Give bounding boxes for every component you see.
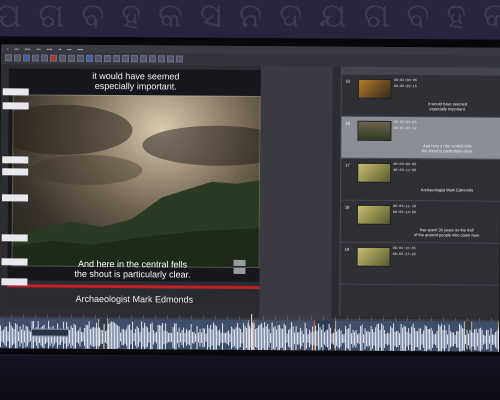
row-thumbnail	[357, 78, 392, 99]
toolbar-button[interactable]	[85, 54, 93, 62]
timecode-field[interactable]	[1, 278, 28, 286]
timecode-column	[259, 66, 333, 321]
wall-lettering: ଯ ଗ ବ ହ କ ସ ନ ଦ ଯ ଗ ବ ହ କ ସ	[0, 0, 500, 36]
row-text-line: especially important.	[429, 106, 466, 112]
toolbar-button[interactable]	[148, 55, 156, 63]
toolbar-button[interactable]	[130, 55, 138, 63]
row-thumbnail	[356, 246, 391, 267]
row-number: 17	[345, 162, 350, 168]
timecode-field[interactable]	[1, 234, 28, 242]
toolbar-button[interactable]	[112, 55, 120, 63]
timecode-field[interactable]	[1, 194, 29, 202]
timecode-field[interactable]	[2, 88, 29, 96]
row-timecode-out: 00:03:11:00	[393, 168, 417, 174]
row-timecode-out: 00:03:17:20	[392, 252, 416, 258]
toolbar-button[interactable]	[58, 54, 66, 62]
timecode-field[interactable]	[2, 156, 29, 164]
toolbar-button[interactable]	[103, 54, 111, 63]
toolbar-button[interactable]	[166, 55, 174, 63]
caption-bar: Archaeologist Mark Edmonds	[7, 288, 262, 311]
row-thumbnail	[357, 120, 392, 141]
subtitle-row-selected[interactable]: 16 00:03:03:05 00:03:05:02 And here in t…	[341, 116, 500, 160]
row-timecode-in: 00:03:00:05	[393, 79, 417, 84]
toolbar-button[interactable]	[139, 55, 147, 63]
row-text-line: the shout is particularly clear.	[421, 148, 474, 154]
row-timecode-out: 00:03:14:06	[392, 210, 417, 216]
toolbar-button[interactable]	[22, 54, 30, 62]
monitor-screen: ▪ ▪▪▪ ▪▪▪▪ ▪▪▪ ▪▪▪▪ ▪▪ ▪▪▪ ▪▪▪▪ it would have s…	[0, 44, 500, 352]
subtitle-row[interactable]: 17 00:03:09:00 00:03:11:00 Archaeologist…	[340, 158, 500, 202]
toolbar-button[interactable]	[49, 54, 57, 62]
row-number: 18	[344, 204, 350, 210]
row-text-line: of the ancient people who came here	[413, 232, 480, 238]
toolbar-button[interactable]	[175, 55, 183, 63]
subtitle-row[interactable]: 19 00:03:15:05 00:03:17:20	[340, 242, 500, 286]
timecode-field[interactable]	[2, 168, 29, 176]
toolbar	[0, 52, 500, 68]
row-timecode-in: 00:03:11:10	[392, 204, 417, 210]
row-number: 19	[344, 246, 350, 252]
toolbar-button[interactable]	[67, 54, 75, 62]
row-timecode-out: 00:03:02:15	[393, 85, 417, 90]
row-timecode-in: 00:03:09:00	[393, 162, 417, 168]
row-thumbnail	[357, 162, 392, 183]
cue-marker	[233, 259, 246, 266]
row-text: has spent 30 years on the trail of the a…	[397, 227, 497, 238]
row-text-line: Archaeologist Mark Edmonds	[420, 187, 474, 193]
subtitle-line: especially important.	[94, 80, 177, 92]
audio-waveform-track[interactable]	[0, 318, 500, 352]
toolbar-button[interactable]	[121, 55, 129, 63]
cue-markers	[233, 259, 247, 276]
subtitle-list: 15 00:03:00:05 00:03:02:15 it would have…	[339, 66, 500, 318]
row-timecode-in: 00:03:15:05	[392, 246, 416, 252]
row-text: Archaeologist Mark Edmonds	[397, 187, 497, 193]
waveform	[0, 320, 500, 352]
preview-subtitle-bottom: And here in the central fells the shout …	[47, 259, 217, 280]
toolbar-button[interactable]	[4, 54, 12, 62]
timecode-field[interactable]	[1, 258, 28, 266]
row-number: 15	[345, 78, 351, 84]
row-timecode-out: 00:03:05:02	[393, 127, 417, 132]
row-text: it would have seemed especially importan…	[398, 101, 498, 112]
subtitle-row[interactable]: 15 00:03:00:05 00:03:02:15 it would have…	[341, 74, 500, 118]
safe-area-guides	[11, 94, 261, 269]
toolbar-button[interactable]	[31, 54, 39, 62]
toolbar-button[interactable]	[40, 54, 48, 62]
subtitle-line: the shout is particularly clear.	[74, 268, 191, 280]
segment-label	[31, 328, 70, 337]
video-preview[interactable]: it would have seemed especially importan…	[7, 68, 263, 283]
toolbar-button[interactable]	[94, 54, 102, 62]
toolbar-button[interactable]	[13, 54, 21, 62]
toolbar-button[interactable]	[157, 55, 165, 63]
row-text: And here in the central fells the shout …	[397, 143, 497, 154]
row-timecode-in: 00:03:03:05	[393, 121, 417, 126]
cue-marker	[233, 267, 246, 274]
preview-subtitle-top: it would have seemed especially importan…	[9, 70, 263, 92]
row-thumbnail	[356, 204, 391, 225]
toolbar-button[interactable]	[76, 54, 84, 62]
subtitle-row[interactable]: 18 00:03:11:10 00:03:14:06 has spent 30 …	[340, 200, 500, 244]
row-number: 16	[345, 120, 350, 126]
desk	[0, 356, 500, 400]
timecode-field[interactable]	[2, 102, 29, 110]
